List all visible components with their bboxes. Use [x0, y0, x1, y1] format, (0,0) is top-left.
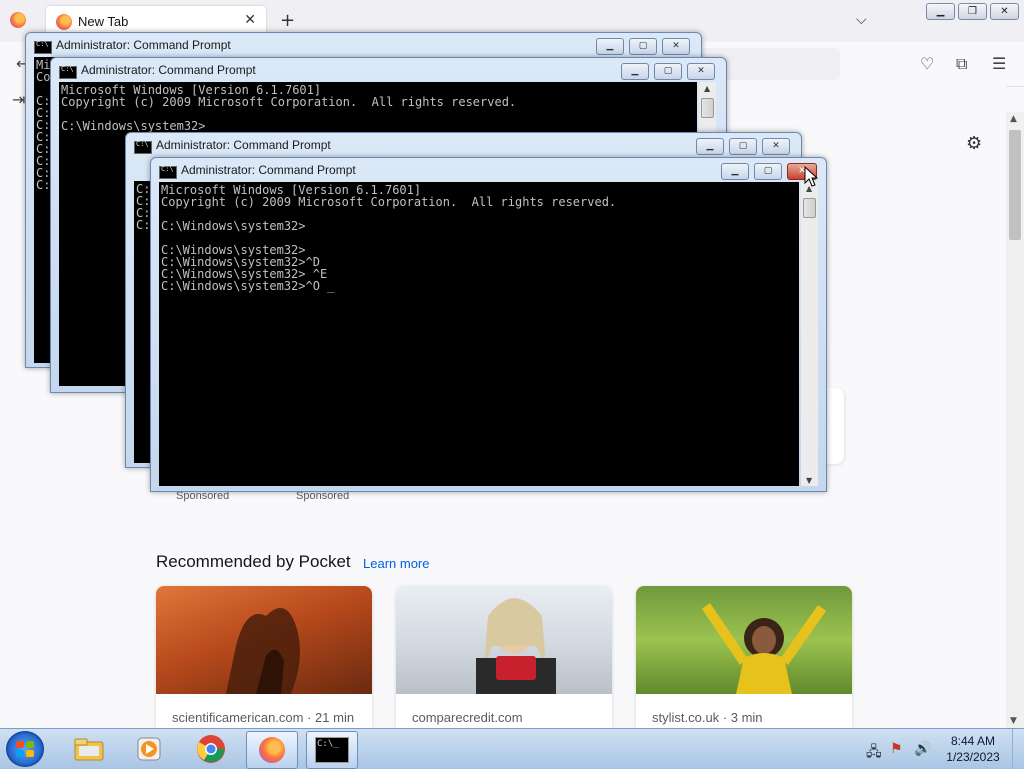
restore-window-button[interactable]: ❐	[958, 3, 987, 20]
taskbar-firefox[interactable]	[246, 731, 298, 769]
firefox-icon	[259, 737, 285, 763]
cmd-app-icon	[59, 65, 77, 79]
taskbar-command-prompt[interactable]: C:\_	[306, 731, 358, 769]
card-source: stylist.co.uk · 3 min	[652, 710, 763, 725]
network-icon[interactable]: 🖧	[866, 741, 882, 765]
minimize-button[interactable]: ▁	[621, 63, 649, 80]
article-thumbnail	[636, 586, 852, 694]
pocket-card[interactable]: comparecredit.com	[396, 586, 612, 728]
console-scrollbar[interactable]: ▲ ▼	[801, 182, 818, 486]
scroll-thumb[interactable]	[803, 198, 816, 218]
taskbar-chrome[interactable]	[186, 731, 236, 767]
minimize-button[interactable]: ▁	[721, 163, 749, 180]
system-clock[interactable]: 8:44 AM 1/23/2023	[940, 733, 1006, 765]
cmd-window-active[interactable]: Administrator: Command Prompt ▁ ▢ ✕ Micr…	[150, 157, 827, 492]
start-button[interactable]	[6, 731, 44, 767]
page-scrollbar[interactable]: ▲ ▼	[1006, 112, 1024, 728]
maximize-button[interactable]: ▢	[629, 38, 657, 55]
close-button[interactable]: ✕	[687, 63, 715, 80]
window-title: Administrator: Command Prompt	[56, 38, 231, 52]
folder-icon	[74, 738, 104, 761]
card-source: scientificamerican.com · 21 min	[172, 710, 355, 725]
window-title: Administrator: Command Prompt	[156, 138, 331, 152]
scroll-up-icon[interactable]: ▲	[1010, 114, 1017, 124]
taskbar-windows-explorer[interactable]	[64, 731, 114, 767]
close-window-button[interactable]: ✕	[990, 3, 1019, 20]
maximize-button[interactable]: ▢	[729, 138, 757, 155]
new-tab-button[interactable]: +	[280, 10, 295, 31]
clock-date: 1/23/2023	[946, 750, 1000, 764]
cmd-icon: C:\_	[315, 737, 349, 763]
article-thumbnail	[396, 586, 612, 694]
maximize-button[interactable]: ▢	[654, 63, 682, 80]
extensions-icon[interactable]: ⧉	[956, 54, 967, 74]
chrome-icon	[197, 735, 225, 763]
tab-title: New Tab	[78, 14, 129, 29]
cmd-app-icon	[134, 140, 152, 154]
scroll-down-icon[interactable]: ▼	[806, 476, 812, 485]
scroll-thumb[interactable]	[701, 98, 714, 118]
console-output[interactable]: Microsoft Windows [Version 6.1.7601] Cop…	[159, 182, 799, 486]
window-title: Administrator: Command Prompt	[181, 163, 356, 177]
volume-icon[interactable]: 🔊	[914, 741, 931, 757]
cmd-app-icon	[159, 165, 177, 179]
close-tab-icon[interactable]: ✕	[244, 12, 256, 28]
creature-illustration	[226, 608, 300, 694]
taskbar: C:\_ 🖧 ⚑ 🔊 8:44 AM 1/23/2023	[0, 728, 1024, 769]
taskbar-media-player[interactable]	[124, 731, 174, 767]
firefox-favicon-icon	[56, 14, 72, 30]
scroll-down-icon[interactable]: ▼	[1010, 716, 1017, 726]
action-center-flag-icon[interactable]: ⚑	[890, 741, 903, 757]
scroll-thumb[interactable]	[1009, 130, 1021, 240]
cmd-app-icon	[34, 40, 52, 54]
show-desktop-button[interactable]	[1012, 729, 1024, 769]
sign-in-icon[interactable]: ⇥	[12, 90, 25, 109]
maximize-button[interactable]: ▢	[754, 163, 782, 180]
close-button[interactable]: ✕	[762, 138, 790, 155]
pocket-heading: Recommended by Pocket	[156, 552, 351, 571]
joyful-woman-photo	[701, 603, 827, 694]
pocket-save-icon[interactable]: ♡	[920, 54, 934, 73]
pocket-card[interactable]: scientificamerican.com · 21 min	[156, 586, 372, 728]
woman-with-card-photo	[476, 598, 556, 694]
close-button[interactable]: ✕	[662, 38, 690, 55]
settings-gear-icon[interactable]: ⚙	[966, 133, 982, 154]
media-player-icon	[137, 737, 161, 761]
article-thumbnail	[156, 586, 372, 694]
firefox-logo-icon	[10, 12, 26, 28]
window-title: Administrator: Command Prompt	[81, 63, 256, 77]
pocket-card[interactable]: stylist.co.uk · 3 min	[636, 586, 852, 728]
learn-more-link[interactable]: Learn more	[363, 556, 429, 571]
menu-icon[interactable]: ☰	[992, 54, 1006, 73]
clock-time: 8:44 AM	[950, 734, 996, 748]
minimize-button[interactable]: ▁	[696, 138, 724, 155]
mouse-cursor-icon	[804, 166, 818, 187]
scroll-up-icon[interactable]: ▲	[704, 84, 710, 93]
list-all-tabs-button[interactable]: ⌵	[856, 12, 867, 28]
windows-logo-icon	[16, 741, 34, 757]
minimize-button[interactable]: ▁	[596, 38, 624, 55]
card-source: comparecredit.com	[412, 710, 523, 725]
minimize-window-button[interactable]: ▁	[926, 3, 955, 20]
